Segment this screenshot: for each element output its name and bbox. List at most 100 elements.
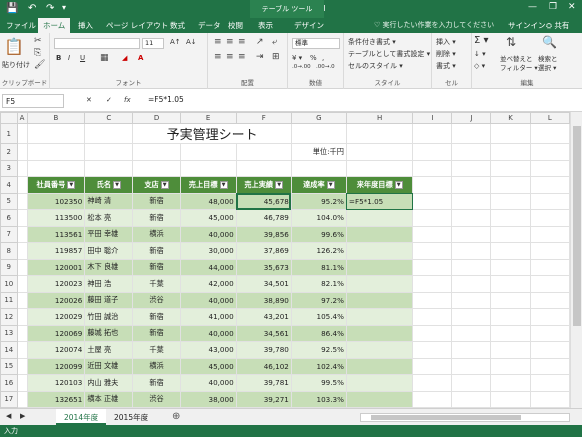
achievement-rate-cell[interactable]: 99.6% <box>290 225 347 243</box>
cell[interactable] <box>16 258 28 276</box>
cell[interactable] <box>345 143 414 161</box>
employee-name-cell[interactable]: 藤城 拓也 <box>84 324 134 342</box>
next-year-target-cell[interactable] <box>345 242 414 260</box>
sales-actual-cell[interactable]: 34,501 <box>235 275 292 293</box>
employee-id-cell[interactable]: 102350 <box>26 192 86 210</box>
cell[interactable] <box>451 225 492 243</box>
increase-decimal-button[interactable]: .0→.00 <box>292 64 311 70</box>
column-header[interactable]: K <box>490 112 531 124</box>
tab-data[interactable]: データ <box>198 20 221 31</box>
cell[interactable] <box>290 159 347 177</box>
fill-color-button[interactable]: ◢ <box>122 54 127 62</box>
cancel-formula-icon[interactable]: ✕ <box>86 96 92 104</box>
cell[interactable] <box>490 341 531 359</box>
cell[interactable] <box>16 390 28 408</box>
prev-sheet-icon[interactable]: ◀ <box>6 412 11 420</box>
sales-target-cell[interactable]: 45,000 <box>179 357 237 375</box>
column-header[interactable]: F <box>235 112 292 124</box>
next-year-target-cell[interactable] <box>345 225 414 243</box>
row-header[interactable]: 11 <box>0 291 18 309</box>
formula-input[interactable]: =F5*1.05 <box>148 95 184 104</box>
row-header[interactable]: 5 <box>0 192 18 210</box>
tab-view[interactable]: 表示 <box>258 20 273 31</box>
employee-id-cell[interactable]: 132651 <box>26 390 86 408</box>
column-header[interactable]: G <box>290 112 347 124</box>
filter-dropdown-icon[interactable]: ▼ <box>67 180 76 189</box>
branch-cell[interactable]: 新宿 <box>132 192 181 210</box>
cell[interactable] <box>84 159 134 177</box>
currency-button[interactable]: ¥ ▾ <box>292 54 302 62</box>
filter-dropdown-icon[interactable]: ▼ <box>394 180 403 189</box>
column-header[interactable]: D <box>132 112 181 124</box>
autosum-button[interactable]: Σ ▾ <box>474 35 489 46</box>
sales-actual-cell[interactable]: 39,856 <box>235 225 292 243</box>
tab-formulas[interactable]: 数式 <box>170 20 185 31</box>
column-header[interactable]: J <box>451 112 492 124</box>
cell[interactable] <box>529 324 570 342</box>
employee-id-cell[interactable]: 113500 <box>26 209 86 227</box>
cell[interactable] <box>451 192 492 210</box>
cell[interactable] <box>290 123 347 144</box>
cell[interactable] <box>451 374 492 392</box>
align-middle-icon[interactable]: ≡ <box>226 37 234 47</box>
column-header[interactable]: L <box>529 112 570 124</box>
cell[interactable] <box>26 159 86 177</box>
font-size-combo[interactable]: 11 <box>142 38 164 49</box>
cell[interactable] <box>412 242 453 260</box>
next-sheet-icon[interactable]: ▶ <box>20 412 25 420</box>
cell[interactable] <box>16 209 28 227</box>
employee-name-cell[interactable]: 神田 浩 <box>84 275 134 293</box>
wrap-text-icon[interactable]: ⤶ <box>272 37 277 47</box>
cell[interactable] <box>16 242 28 260</box>
filter-dropdown-icon[interactable]: ▼ <box>160 180 169 189</box>
employee-id-cell[interactable]: 120069 <box>26 324 86 342</box>
employee-id-cell[interactable]: 120023 <box>26 275 86 293</box>
employee-name-cell[interactable]: 松本 亮 <box>84 209 134 227</box>
employee-name-cell[interactable]: 土屋 亮 <box>84 341 134 359</box>
sheet-title[interactable]: 予実管理シート <box>133 124 291 144</box>
cell[interactable] <box>490 192 531 210</box>
name-box[interactable]: F5 <box>2 94 64 108</box>
sales-target-cell[interactable]: 43,000 <box>179 341 237 359</box>
decrease-decimal-button[interactable]: .00→.0 <box>316 64 335 70</box>
achievement-rate-cell[interactable]: 126.2% <box>290 242 347 260</box>
branch-cell[interactable]: 渋谷 <box>132 291 181 309</box>
sales-actual-cell[interactable]: 46,789 <box>235 209 292 227</box>
cell[interactable] <box>529 242 570 260</box>
enter-formula-icon[interactable]: ✓ <box>106 96 112 104</box>
next-year-target-cell[interactable] <box>345 308 414 326</box>
row-header[interactable]: 7 <box>0 225 18 243</box>
sales-actual-cell[interactable]: 39,780 <box>235 341 292 359</box>
sales-target-cell[interactable]: 30,000 <box>179 242 237 260</box>
cell[interactable] <box>412 209 453 227</box>
row-header[interactable]: 10 <box>0 275 18 293</box>
percent-button[interactable]: % <box>310 54 317 62</box>
indent-icon[interactable]: ⇥ <box>256 52 264 62</box>
achievement-rate-cell[interactable]: 97.2% <box>290 291 347 309</box>
cell[interactable] <box>132 143 181 161</box>
column-header[interactable]: C <box>84 112 134 124</box>
sales-actual-cell[interactable]: 34,561 <box>235 324 292 342</box>
cell[interactable] <box>412 258 453 276</box>
branch-cell[interactable]: 新宿 <box>132 242 181 260</box>
cell[interactable] <box>490 374 531 392</box>
branch-cell[interactable]: 横浜 <box>132 357 181 375</box>
cell[interactable] <box>179 159 237 177</box>
cell[interactable] <box>412 143 453 161</box>
sales-actual-cell[interactable]: 35,673 <box>235 258 292 276</box>
row-header[interactable]: 8 <box>0 242 18 260</box>
cell[interactable] <box>412 291 453 309</box>
achievement-rate-cell[interactable]: 95.2% <box>290 192 347 210</box>
cell[interactable] <box>490 143 531 161</box>
cell[interactable] <box>451 176 492 194</box>
achievement-rate-cell[interactable]: 104.0% <box>290 209 347 227</box>
cell[interactable] <box>412 374 453 392</box>
tell-me-search[interactable]: ♡ 実行したい作業を入力してください <box>374 20 494 30</box>
cell[interactable] <box>529 225 570 243</box>
branch-cell[interactable]: 新宿 <box>132 374 181 392</box>
number-format-combo[interactable]: 標準 <box>292 38 340 49</box>
select-all-corner[interactable] <box>0 112 18 124</box>
sales-target-cell[interactable]: 40,000 <box>179 374 237 392</box>
copy-icon[interactable]: ⎘ <box>34 48 41 58</box>
merge-center-icon[interactable]: ⊞ <box>272 52 280 62</box>
